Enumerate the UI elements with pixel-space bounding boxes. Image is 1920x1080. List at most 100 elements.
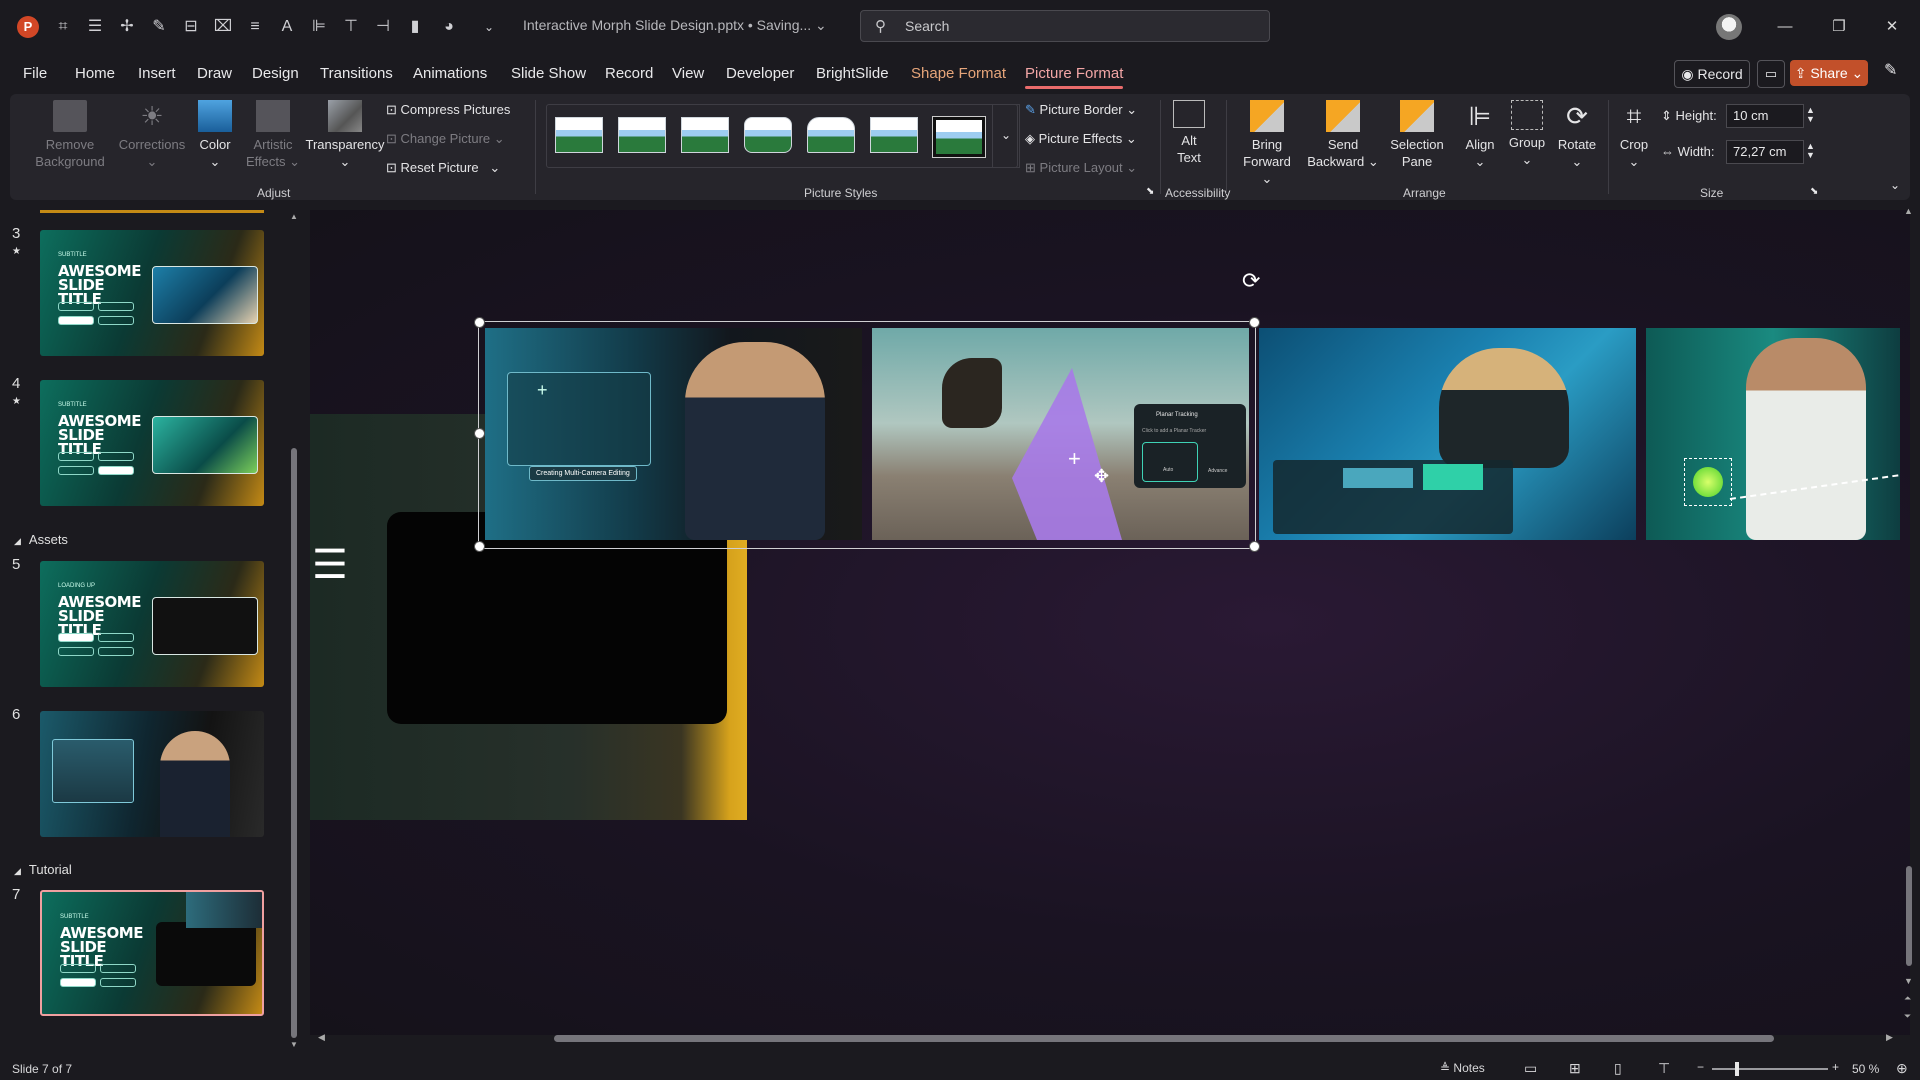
rotate-button[interactable]: ⟳ Rotate ⌄ [1554,100,1600,170]
resize-handle[interactable] [1249,541,1260,552]
canvas-scroll-up-icon[interactable]: ▲ [1904,206,1913,216]
tab-insert[interactable]: Insert [138,65,176,82]
picture-layout-button[interactable]: ⊞ Picture Layout ⌄ [1025,160,1137,176]
crop-button[interactable]: ⌗ Crop ⌄ [1614,100,1654,170]
prev-slide-icon[interactable]: ⏶ [1904,993,1911,1004]
qat-distribute-icon[interactable]: ⊟ [180,16,202,38]
qat-align-right-icon[interactable]: ⊣ [372,16,394,38]
resize-handle[interactable] [474,317,485,328]
record-button[interactable]: ◉ Record [1674,60,1750,88]
picture-style-7[interactable] [932,116,986,158]
tab-brightslide[interactable]: BrightSlide [816,65,889,82]
file-title[interactable]: Interactive Morph Slide Design.pptx • Sa… [523,17,827,34]
search-box[interactable]: ⚲ Search [860,10,1270,42]
zoom-slider[interactable] [1712,1062,1828,1076]
slide-thumbnail-4[interactable]: SUBTITLE AWESOME SLIDE TITLE [40,380,264,506]
tab-file[interactable]: File [23,65,47,82]
qat-crop-icon[interactable]: ⌧ [212,16,234,38]
zoom-out-icon[interactable]: − [1697,1060,1704,1074]
strip-image-surfer[interactable] [1259,328,1636,540]
width-input[interactable]: 72,27 cm [1726,140,1804,164]
zoom-slider-thumb[interactable] [1735,1062,1739,1076]
next-slide-icon[interactable]: ⏷ [1904,1011,1911,1022]
picture-styles-gallery[interactable] [546,104,1018,168]
compress-pictures-button[interactable]: ⊡ Compress Pictures [386,102,510,118]
tab-draw[interactable]: Draw [197,65,232,82]
resize-handle[interactable] [474,541,485,552]
scroll-thumb[interactable] [291,448,297,1038]
size-launcher-icon[interactable]: ⬊ [1810,186,1818,197]
fit-to-window-icon[interactable]: ⊕ [1896,1060,1908,1077]
close-icon[interactable]: ✕ [1877,12,1907,42]
reading-view-icon[interactable]: ▯ [1614,1060,1622,1077]
tab-design[interactable]: Design [252,65,299,82]
comments-icon[interactable]: ▭ [1757,60,1785,88]
scroll-down-icon[interactable]: ▼ [290,1040,298,1049]
slide-thumbnail-7-selected[interactable]: SUBTITLE AWESOME SLIDE TITLE [40,890,264,1016]
gallery-more-icon[interactable]: ⌄ [992,104,1020,168]
normal-view-icon[interactable]: ▭ [1524,1060,1537,1077]
picture-style-5[interactable] [807,117,855,153]
qat-format-icon[interactable]: ⌗ [52,16,74,38]
slides-pane-scrollbar[interactable]: ▲ ▼ [290,212,298,1049]
bring-forward-button[interactable]: Bring Forward ⌄ [1236,100,1298,187]
slide-thumbnail-6[interactable] [40,711,264,837]
qat-lines-icon[interactable]: ≡ [244,16,266,38]
height-spinner-icon[interactable]: ▲ ▼ [1806,106,1815,124]
tab-record[interactable]: Record [605,65,653,82]
hscroll-right-icon[interactable]: ▶ [1886,1032,1893,1043]
collapse-ribbon-icon[interactable]: ⌄ [1890,178,1900,192]
canvas-vscroll-thumb[interactable] [1906,866,1912,966]
picture-style-1[interactable] [555,117,603,153]
avatar[interactable] [1716,14,1742,40]
zoom-level[interactable]: 50 % [1852,1062,1879,1076]
reset-picture-button[interactable]: ⊡ Reset Picture ⌄ [386,160,500,176]
change-picture-button[interactable]: ⊡ Change Picture ⌄ [386,131,505,147]
picture-effects-button[interactable]: ◈ Picture Effects ⌄ [1025,131,1137,147]
resize-handle[interactable] [1249,317,1260,328]
height-input[interactable]: 10 cm [1726,104,1804,128]
powerpoint-icon[interactable]: P [17,16,39,38]
strip-image-tennis[interactable] [1646,328,1900,540]
qat-text-icon[interactable]: A [276,16,298,38]
remove-background-button[interactable]: Remove Background [32,100,108,170]
minimize-icon[interactable]: — [1770,12,1800,42]
tab-picture-format[interactable]: Picture Format [1025,65,1124,89]
zoom-in-icon[interactable]: + [1832,1060,1839,1074]
tab-animations[interactable]: Animations [413,65,487,82]
corrections-button[interactable]: ☀ Corrections ⌄ [114,100,190,170]
qat-chart-icon[interactable]: ▮ [404,16,426,38]
group-button[interactable]: Group ⌄ [1504,100,1550,168]
tab-home[interactable]: Home [75,65,115,82]
width-spinner-icon[interactable]: ▲ ▼ [1806,142,1815,160]
picture-style-6[interactable] [870,117,918,153]
scroll-up-icon[interactable]: ▲ [290,212,298,221]
qat-align-icon[interactable]: ✢ [116,16,138,38]
canvas-scroll-down-icon[interactable]: ▼ [1904,976,1913,986]
send-backward-button[interactable]: Send Backward ⌄ [1306,100,1380,170]
align-button[interactable]: ⊫ Align ⌄ [1460,100,1500,170]
color-button[interactable]: Color ⌄ [190,100,240,170]
slide-sorter-icon[interactable]: ⊞ [1569,1060,1581,1077]
picture-border-button[interactable]: ✎ Picture Border ⌄ [1025,102,1137,118]
restore-icon[interactable]: ❐ [1824,12,1854,42]
share-button[interactable]: ⇪ Share ⌄ [1790,60,1868,86]
notes-button[interactable]: ≜ Notes [1440,1061,1485,1075]
hscroll-thumb[interactable] [554,1035,1774,1042]
qat-align-left-icon[interactable]: ⊫ [308,16,330,38]
qat-align-top-icon[interactable]: ⊤ [340,16,362,38]
slide-thumbnail-5[interactable]: LOADING UP AWESOME SLIDE TITLE [40,561,264,687]
slide-thumbnail-3[interactable]: SUBTITLE AWESOME SLIDE TITLE [40,230,264,356]
picture-style-4[interactable] [744,117,792,153]
selection-pane-button[interactable]: Selection Pane [1384,100,1450,170]
tab-shape-format[interactable]: Shape Format [911,65,1006,82]
slideshow-view-icon[interactable]: ⊤ [1658,1060,1670,1077]
copilot-icon[interactable]: ✎ [1884,60,1897,80]
canvas-hscrollbar[interactable]: ◀ ▶ [318,1032,1898,1046]
rotate-handle-icon[interactable]: ⟳ [1242,268,1260,294]
alt-text-button[interactable]: Alt Text [1168,100,1210,166]
section-tutorial[interactable]: ◢ Tutorial [14,862,72,877]
qat-shape-icon[interactable]: ◕ [438,16,460,38]
picture-style-2[interactable] [618,117,666,153]
qat-customize-icon[interactable]: ⌄ [478,16,500,38]
